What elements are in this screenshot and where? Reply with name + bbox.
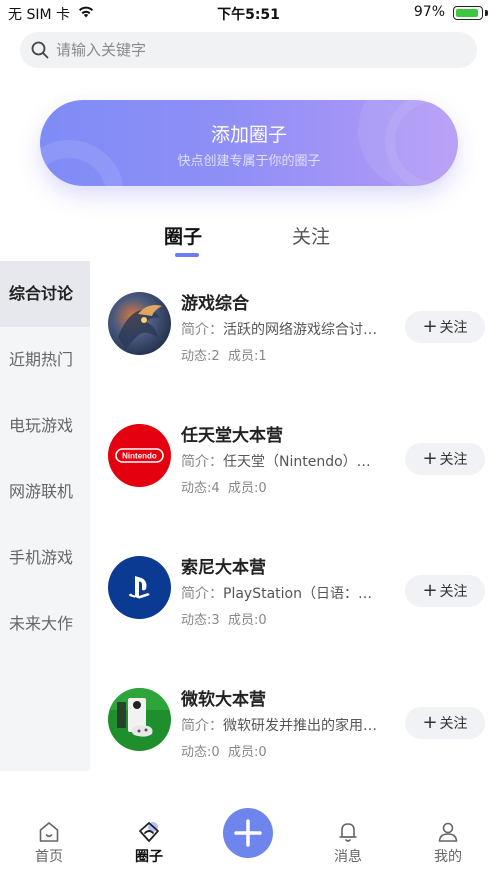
plus-icon: + — [422, 316, 438, 337]
follow-button[interactable]: + 关注 — [405, 311, 485, 343]
add-post-button[interactable] — [223, 808, 273, 858]
members-label: 成员: — [227, 745, 259, 760]
battery-tip — [485, 10, 488, 16]
circle-stats: 动态:2 成员:1 — [181, 345, 267, 364]
posts-count: 3 — [211, 613, 220, 628]
search-input[interactable] — [56, 32, 456, 68]
playstation-logo-icon — [108, 556, 171, 619]
circle-row[interactable]: 游戏综合 简介：活跃的网络游戏综合讨论区 动态:2 成员:1 + 关注 — [90, 262, 497, 394]
description-label: 简介： — [181, 454, 223, 470]
battery-percent: 97% — [413, 4, 445, 20]
add-circle-banner[interactable]: 添加圈子 快点创建专属于你的圈子 — [40, 100, 458, 186]
tab-messages[interactable]: 消息 — [318, 820, 378, 866]
members-count: 0 — [258, 613, 267, 628]
members-label: 成员: — [227, 613, 259, 628]
posts-label: 动态: — [181, 613, 212, 628]
members-label: 成员: — [227, 349, 259, 364]
tab-home-label: 首页 — [35, 849, 63, 865]
members-label: 成员: — [227, 481, 259, 496]
posts-count: 0 — [211, 745, 220, 760]
plus-icon: + — [422, 712, 438, 733]
follow-button[interactable]: + 关注 — [405, 707, 485, 739]
battery-level — [456, 9, 478, 17]
circle-name: 索尼大本营 — [181, 558, 266, 578]
members-count: 0 — [258, 481, 267, 496]
sidebar-item-online-games[interactable]: 网游联机 — [0, 459, 90, 525]
circle-name: 游戏综合 — [181, 294, 249, 314]
tab-profile[interactable]: 我的 — [418, 820, 478, 866]
description-text: 微软研发并推出的家用游戏机 — [223, 718, 377, 734]
battery-icon — [453, 6, 483, 20]
description-text: 活跃的网络游戏综合讨论区 — [223, 322, 377, 338]
description-text: 任天堂（Nintendo）是日本著名的游戏公司 — [223, 454, 377, 470]
description-label: 简介： — [181, 718, 223, 734]
circle-stats: 动态:3 成员:0 — [181, 609, 267, 628]
circle-row[interactable]: 微软大本营 简介：微软研发并推出的家用游戏机 动态:0 成员:0 +关注 — [90, 658, 497, 790]
tab-profile-label: 我的 — [434, 849, 462, 865]
circle-stats: 动态:0 成员:0 — [181, 741, 267, 760]
tab-circles-label: 圈子 — [135, 849, 163, 865]
sidebar-item-upcoming[interactable]: 未来大作 — [0, 591, 90, 657]
follow-button[interactable]: + 关注 — [405, 575, 485, 607]
sidebar-item-general[interactable]: 综合讨论 — [0, 261, 90, 327]
bell-icon — [339, 823, 357, 842]
sidebar-item-mobile-games[interactable]: 手机游戏 — [0, 525, 90, 591]
plus-icon — [234, 819, 262, 847]
follow-label: 关注 — [439, 584, 468, 600]
circle-name: 微软大本营 — [181, 690, 266, 710]
tab-circles-nav[interactable]: 圈子 — [119, 820, 179, 866]
banner-title: 添加圈子 — [210, 124, 287, 146]
circle-description: 简介：PlayStation（日语：プレイステーション） — [181, 583, 377, 603]
status-bar: 无 SIM 卡 下午5:51 97% — [0, 0, 497, 26]
follow-button[interactable]: + 关注 — [405, 443, 485, 475]
sidebar-item-console-games[interactable]: 电玩游戏 — [0, 393, 90, 459]
bottom-tab-bar: 首页 圈子 消息 我的 — [0, 800, 497, 883]
home-icon — [39, 822, 59, 842]
circle-stats: 动态:4 成员:0 — [181, 477, 267, 496]
circle-description: 简介：微软研发并推出的家用游戏机 — [181, 715, 377, 735]
circle-name: 任天堂大本营 — [181, 426, 283, 446]
description-label: 简介： — [181, 322, 223, 338]
search-bar[interactable] — [20, 32, 477, 68]
circle-description: 简介：任天堂（Nintendo）是日本著名的游戏公司 — [181, 451, 377, 471]
dragon-art-icon — [108, 292, 171, 355]
category-sidebar: 综合讨论 近期热门 电玩游戏 网游联机 手机游戏 未来大作 — [0, 261, 90, 771]
description-text: PlayStation（日语：プレイステーション） — [223, 586, 377, 602]
nintendo-logo-text: Nintendo — [122, 452, 157, 461]
xbox-console-icon — [108, 688, 171, 751]
posts-count: 4 — [211, 481, 220, 496]
members-count: 1 — [258, 349, 267, 364]
circle-icon — [139, 822, 159, 842]
circle-description: 简介：活跃的网络游戏综合讨论区 — [181, 319, 377, 339]
posts-label: 动态: — [181, 745, 212, 760]
banner-subtitle: 快点创建专属于你的圈子 — [177, 154, 321, 169]
follow-label: 关注 — [439, 716, 468, 732]
plus-icon: + — [422, 580, 438, 601]
user-icon — [438, 822, 458, 842]
tab-messages-label: 消息 — [334, 849, 362, 865]
search-icon — [30, 40, 50, 64]
description-label: 简介： — [181, 586, 223, 602]
posts-count: 2 — [211, 349, 220, 364]
posts-label: 动态: — [181, 349, 212, 364]
nintendo-logo-icon: Nintendo — [108, 424, 171, 487]
circle-row[interactable]: 索尼大本营 简介：PlayStation（日语：プレイステーション） 动态:3 … — [90, 526, 497, 658]
follow-label: 关注 — [439, 452, 468, 468]
posts-label: 动态: — [181, 481, 212, 496]
sidebar-item-trending[interactable]: 近期热门 — [0, 327, 90, 393]
tab-following[interactable]: 关注 — [292, 222, 330, 249]
tab-circles[interactable]: 圈子 — [164, 222, 202, 249]
follow-label: 关注 — [439, 320, 468, 336]
members-count: 0 — [258, 745, 267, 760]
circle-row[interactable]: Nintendo 任天堂大本营 简介：任天堂（Nintendo）是日本著名的游戏… — [90, 394, 497, 526]
plus-icon: + — [422, 448, 438, 469]
tab-indicator — [175, 253, 199, 257]
tab-home[interactable]: 首页 — [19, 820, 79, 866]
